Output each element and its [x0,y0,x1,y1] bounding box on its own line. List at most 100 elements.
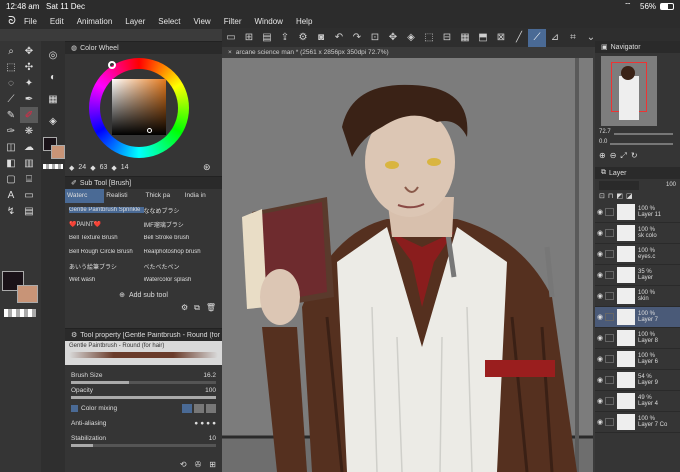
selection-tool-icon[interactable]: ⬒ [474,29,492,47]
menu-view[interactable]: View [194,17,211,26]
tab-watercolor[interactable]: Waterc [65,189,105,203]
show-area-icon[interactable]: ⊠ [492,29,510,47]
brush-item[interactable]: Bell Texture Brush [69,235,144,241]
mix-mode-running-icon[interactable] [194,403,204,413]
lasso-tool-icon[interactable]: ◌ [2,75,20,91]
visibility-eye-icon[interactable]: ◉ [595,208,605,216]
tab-thick-paint[interactable]: Thick pa [144,189,183,203]
select-all-icon[interactable]: ▦ [456,29,474,47]
fit-icon[interactable]: ⤢ [620,151,626,161]
frame-tool-icon[interactable]: ⌸ [20,171,38,187]
tab-realistic[interactable]: Realisti [104,189,143,203]
layer-select-checkbox[interactable] [605,355,614,363]
export-icon[interactable]: ⇪ [276,29,294,47]
brush-size-value[interactable]: 16.2 [203,372,216,379]
pencil-tool-icon[interactable]: ✎ [2,107,20,123]
brush-item[interactable]: Watercolor splash [144,277,219,283]
airbrush-tool-icon[interactable]: ✑ [2,123,20,139]
brush-item[interactable]: Realphotoshop brush [144,249,219,255]
eraser-tool-icon[interactable]: ◫ [2,139,20,155]
stabilization-value[interactable]: 10 [209,435,216,442]
magic-wand-tool-icon[interactable]: ✦ [20,75,38,91]
visibility-eye-icon[interactable]: ◉ [595,292,605,300]
v-value[interactable]: 14 [121,164,129,172]
intermediate-color-tab-icon[interactable]: ◈ [44,113,62,129]
menu-filter[interactable]: Filter [224,17,242,26]
antialias-options[interactable]: ● ● ● ● [194,420,216,427]
visibility-eye-icon[interactable]: ◉ [595,397,605,405]
menu-select[interactable]: Select [158,17,180,26]
fill-tool-icon[interactable]: ◧ [2,155,20,171]
balloon-tool-icon[interactable]: ▭ [20,187,38,203]
layer-row[interactable]: ◉ 100 % skin [595,286,680,307]
color-wheel-tab-icon[interactable]: ◎ [44,47,62,63]
visibility-eye-icon[interactable]: ◉ [595,271,605,279]
subtool-settings-icon[interactable]: ⚙ [181,303,188,313]
hue-picker-cursor[interactable] [108,61,116,69]
fill-icon[interactable]: ◈ [402,29,420,47]
redo-icon[interactable]: ↷ [348,29,366,47]
move-layer-tool-icon[interactable]: ✣ [20,59,38,75]
mini-transparent[interactable] [43,164,63,169]
visibility-eye-icon[interactable]: ◉ [595,355,605,363]
new-file-icon[interactable]: ▭ [222,29,240,47]
app-logo-icon[interactable]: ᘐ [0,15,24,28]
visibility-eye-icon[interactable]: ◉ [595,418,605,426]
layer-row[interactable]: ◉ 100 % Layer 7 Co [595,412,680,433]
layer-row[interactable]: ◉ 100 % eyes.c [595,244,680,265]
tab-india-ink[interactable]: India in [183,189,222,203]
layer-select-checkbox[interactable] [605,208,614,216]
wrench-icon[interactable]: ✇ [195,460,202,469]
special-ruler-icon[interactable]: ⊿ [546,29,564,47]
figure-tool-icon[interactable]: ▢ [2,171,20,187]
transform-icon[interactable]: ✥ [384,29,402,47]
lock-icon[interactable]: ⊡ [599,192,605,201]
menu-window[interactable]: Window [255,17,283,26]
reset-icon[interactable]: ⟲ [180,460,187,469]
mini-sub-color[interactable] [51,145,65,159]
mix-mode-blend-icon[interactable] [182,403,192,413]
layer-row[interactable]: ◉ 100 % Layer 11 [595,202,680,223]
layer-opacity-value[interactable]: 100 [666,182,676,188]
menu-edit[interactable]: Edit [50,17,64,26]
eyedropper-tool-icon[interactable]: ⟋ [2,91,20,107]
brush-tool-icon[interactable]: ✐ [20,107,38,123]
deselect-icon[interactable]: ⬚ [420,29,438,47]
layer-select-checkbox[interactable] [605,271,614,279]
opacity-value[interactable]: 100 [205,387,216,394]
zoom-in-icon[interactable]: ⊕ [599,151,606,161]
decoration-tool-icon[interactable]: ❋ [20,123,38,139]
layer-row[interactable]: ◉ 54 % Layer 9 [595,370,680,391]
zoom-tool-icon[interactable]: ⌕ [2,43,20,59]
layer-row[interactable]: ◉ 49 % Layer 4 [595,391,680,412]
layer-select-checkbox[interactable] [605,397,614,405]
camera-icon[interactable]: ◙ [312,29,330,47]
navigator-preview[interactable] [601,56,657,126]
color-mode-icon[interactable]: ⊛ [203,162,211,173]
brush-item[interactable]: IMF瑠璃ブラシ [144,220,219,229]
layer-select-checkbox[interactable] [605,292,614,300]
canvas[interactable] [222,47,593,472]
angle-value[interactable]: 0.0 [599,139,607,149]
brush-item[interactable]: Gentle Paintbrush Sprinkle [69,207,144,213]
canvas-tab[interactable]: × arcane science man * (2561 x 2856px 350… [222,47,593,58]
layer-row[interactable]: ◉ 100 % Layer 7 [595,307,680,328]
sv-picker-cursor[interactable] [147,128,152,133]
layer-select-checkbox[interactable] [605,418,614,426]
layer-select-checkbox[interactable] [605,313,614,321]
ruler-tool-icon[interactable]: ▤ [20,203,38,219]
color-mixing-checkbox[interactable] [71,404,78,412]
brush-item[interactable]: Bell Stroke brush [144,235,219,241]
saturation-value-square[interactable] [112,79,166,135]
grid-snap-icon[interactable]: ⌗ [564,29,582,47]
ruler-snap-icon[interactable]: ╱ [510,29,528,47]
snap-icon[interactable]: ⟋ [528,28,546,47]
h-value[interactable]: 24 [78,164,86,172]
sub-color-swatch[interactable] [17,285,38,303]
layer-select-checkbox[interactable] [605,334,614,342]
gradient-tool-icon[interactable]: ▥ [20,155,38,171]
visibility-eye-icon[interactable]: ◉ [595,334,605,342]
layer-select-checkbox[interactable] [605,229,614,237]
add-subtool-button[interactable]: ⊕ Add sub tool [65,287,222,303]
layer-row[interactable]: ◉ 100 % Layer 6 [595,349,680,370]
